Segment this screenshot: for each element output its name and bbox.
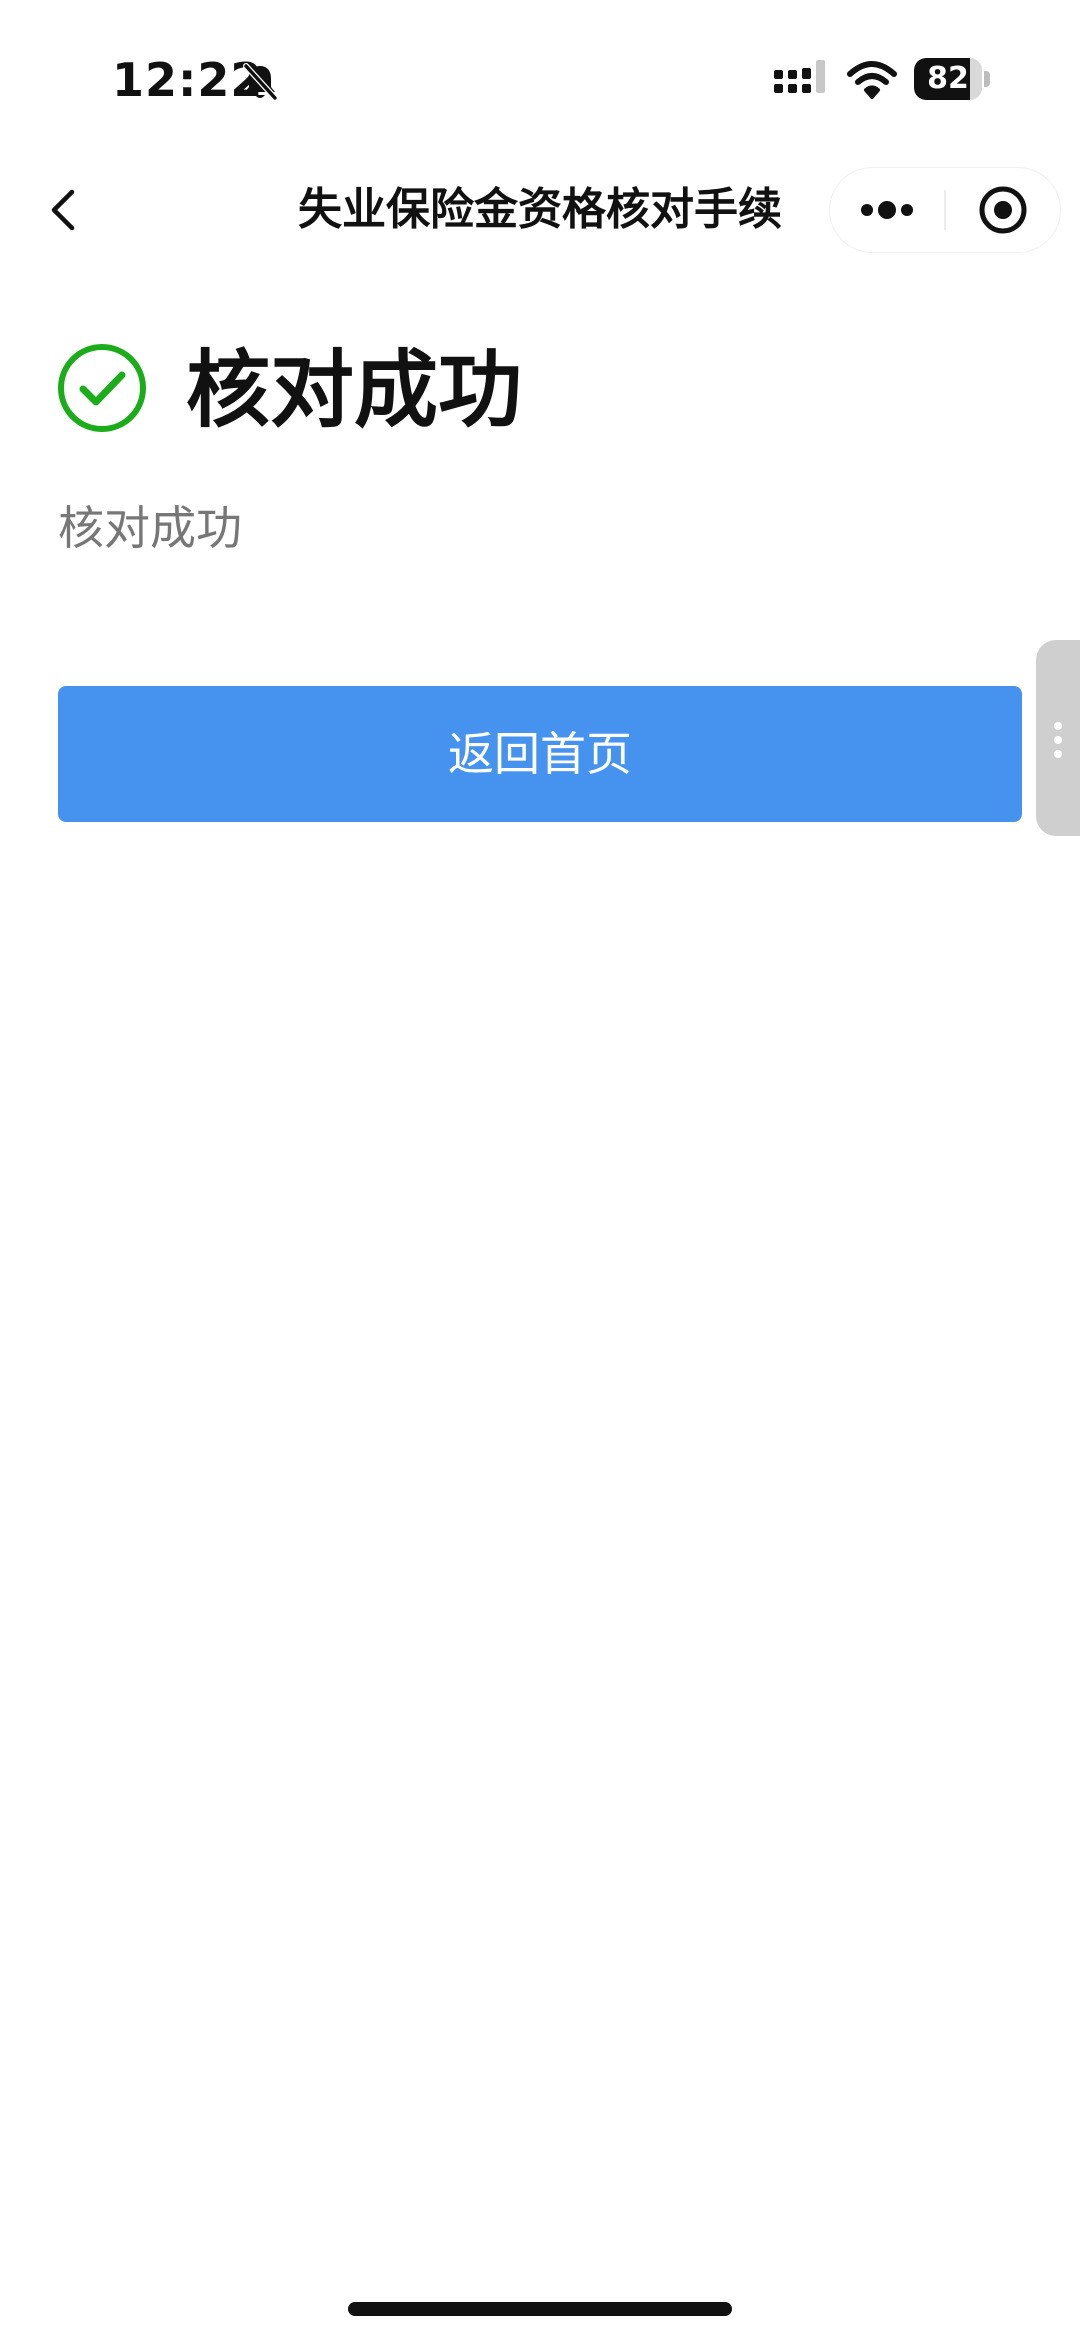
more-button[interactable] xyxy=(830,168,944,252)
result-message: 核对成功 xyxy=(58,501,242,555)
return-home-button[interactable]: 返回首页 xyxy=(58,686,1022,822)
home-indicator[interactable] xyxy=(348,2302,732,2316)
status-bar: 12:22 82 xyxy=(0,0,1080,160)
more-dots-icon xyxy=(861,201,913,219)
wifi-icon xyxy=(847,61,897,99)
battery-level-text: 82 xyxy=(927,61,969,96)
check-circle-icon xyxy=(58,344,146,432)
result-title: 核对成功 xyxy=(186,341,523,439)
chevron-left-icon xyxy=(51,189,75,231)
signal-icon xyxy=(774,60,825,93)
back-button[interactable] xyxy=(34,180,94,240)
bell-muted-icon xyxy=(243,63,278,101)
mini-program-capsule xyxy=(830,168,1060,252)
target-close-icon xyxy=(979,186,1027,234)
close-button[interactable] xyxy=(946,168,1060,252)
side-drag-handle[interactable] xyxy=(1036,640,1080,836)
battery-icon: 82 xyxy=(914,58,990,100)
nav-bar: 失业保险金资格核对手续 xyxy=(0,160,1080,260)
page-title: 失业保险金资格核对手续 xyxy=(298,184,782,235)
